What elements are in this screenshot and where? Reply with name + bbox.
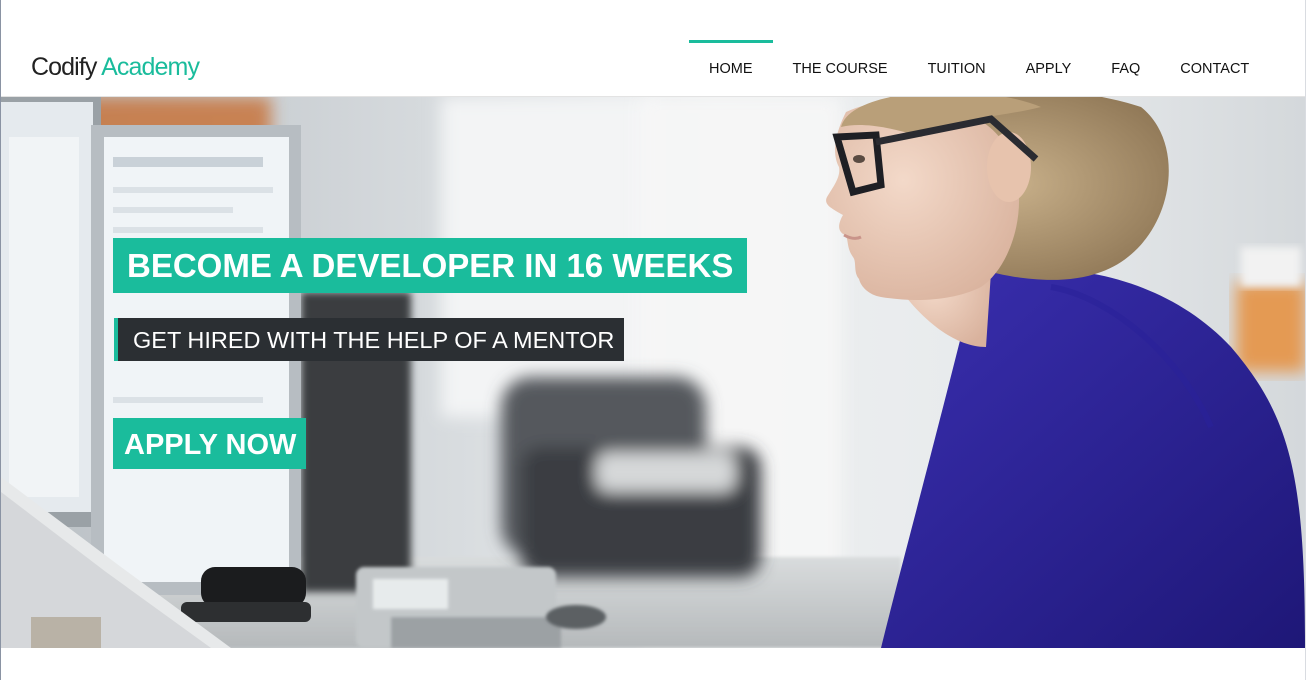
apply-now-button[interactable]: APPLY NOW xyxy=(113,418,307,469)
page-content-area xyxy=(1,648,1305,680)
nav-item-tuition[interactable]: TUITION xyxy=(908,40,1006,97)
nav-item-faq[interactable]: FAQ xyxy=(1091,40,1160,97)
nav-item-apply[interactable]: APPLY xyxy=(1006,40,1092,97)
hero-banner: BECOME A DEVELOPER IN 16 WEEKS GET HIRED… xyxy=(1,97,1305,648)
hero-headline: BECOME A DEVELOPER IN 16 WEEKS xyxy=(113,238,748,293)
site-header: Codify Academy HOME THE COURSE TUITION A… xyxy=(1,0,1305,97)
hero-background-photo xyxy=(1,97,1305,648)
logo-word-codify: Codify xyxy=(31,53,97,81)
hero-subheadline: GET HIRED WITH THE HELP OF A MENTOR xyxy=(114,318,625,361)
nav-item-contact[interactable]: CONTACT xyxy=(1160,40,1269,97)
logo-word-academy: Academy xyxy=(101,53,200,81)
nav-item-the-course[interactable]: THE COURSE xyxy=(773,40,908,97)
main-nav: HOME THE COURSE TUITION APPLY FAQ CONTAC… xyxy=(689,40,1269,97)
site-logo[interactable]: Codify Academy xyxy=(31,53,200,82)
nav-item-home[interactable]: HOME xyxy=(689,40,773,97)
